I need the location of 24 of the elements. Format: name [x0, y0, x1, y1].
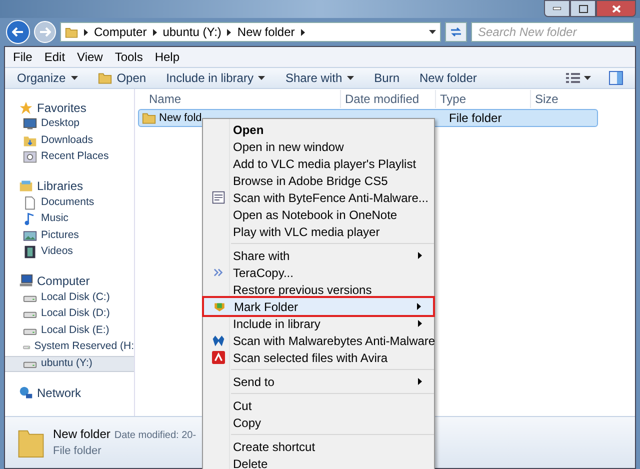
menu-item-label: Scan selected files with Avira: [233, 350, 388, 366]
menu-item-label: Send to: [233, 374, 274, 390]
menu-item-label: Share with: [233, 248, 290, 264]
menu-item-label: Open as Notebook in OneNote: [233, 206, 398, 224]
menu-item-label: Create shortcut: [233, 438, 316, 456]
menu-item-label: Copy: [233, 414, 262, 432]
menu-item-label: Browse in Adobe Bridge CS5: [233, 172, 388, 190]
menu-item-label: Restore previous versions: [233, 282, 372, 298]
menu-item-label: Scan with Malwarebytes Anti-Malware: [233, 332, 436, 350]
details-name: New folder: [53, 426, 110, 444]
menu-item-label: Cut: [233, 398, 252, 414]
file-type: File folder: [448, 110, 502, 127]
details-date-label: Date modified: 20-: [114, 429, 196, 444]
menu-item-label: Play with VLC media player: [233, 224, 380, 240]
menu-item-label: TeraCopy...: [233, 264, 294, 282]
menu-item-label: Open: [233, 122, 264, 138]
menu-item-label: Mark Folder: [234, 298, 298, 316]
menu-item-label: Delete: [233, 456, 268, 469]
file-name: New fold: [159, 110, 202, 126]
menu-item-label: Open in new window: [233, 138, 344, 156]
menu-item-label: Include in library: [233, 316, 320, 332]
menu-item-label: Scan with ByteFence Anti-Malware...: [233, 190, 428, 206]
details-type: File folder: [53, 444, 102, 460]
menu-item-label: Add to VLC media player's Playlist: [233, 156, 416, 172]
